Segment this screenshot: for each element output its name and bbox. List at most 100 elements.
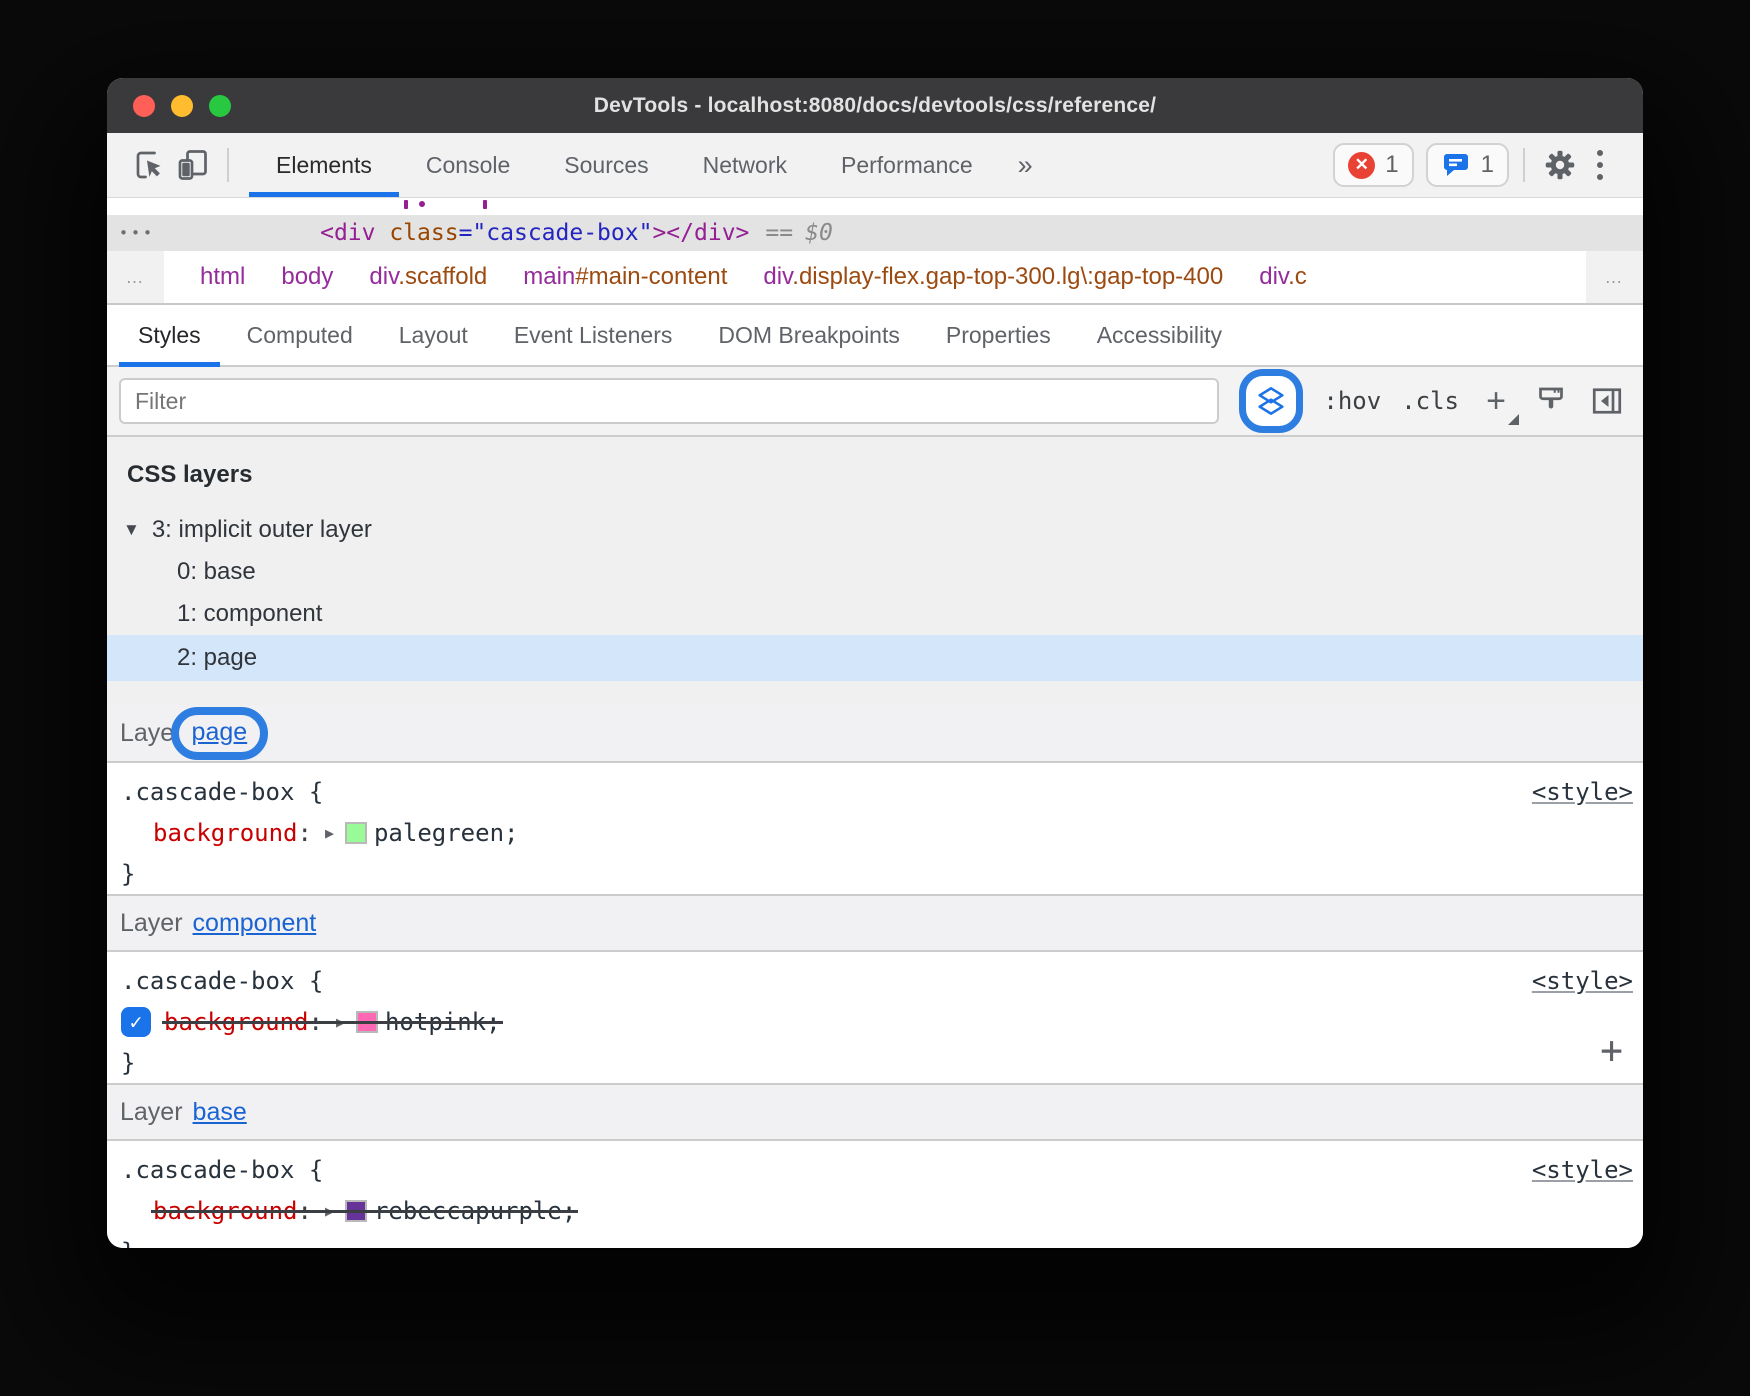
color-swatch-palegreen[interactable]	[345, 822, 367, 844]
styles-filter-bar: :hov .cls +	[107, 367, 1643, 437]
rule-close-brace: }	[121, 1049, 135, 1077]
dom-tag-close: ></div>	[652, 220, 749, 246]
clipped-dom-row	[107, 198, 1643, 215]
color-swatch-hotpink[interactable]	[356, 1011, 378, 1033]
style-source-link[interactable]: <style>	[1532, 967, 1633, 995]
layer-link-page[interactable]: page	[192, 718, 248, 747]
clipped-glyph	[483, 200, 487, 209]
breadcrumb-item-body[interactable]: body	[281, 263, 333, 291]
expand-value-icon[interactable]: ▶	[325, 824, 334, 842]
rule-selector: .cascade-box {	[121, 778, 323, 806]
breadcrumb-item-scaffold[interactable]: div.scaffold	[369, 263, 487, 291]
breadcrumb-overflow-left[interactable]: …	[107, 251, 164, 303]
element-classes-button[interactable]: .cls	[1401, 387, 1459, 415]
layer-link-component[interactable]: component	[193, 909, 317, 938]
tab-computed[interactable]: Computed	[224, 305, 376, 365]
titlebar: DevTools - localhost:8080/docs/devtools/…	[107, 78, 1643, 133]
layer-label: Layer	[120, 909, 183, 938]
new-style-rule-button[interactable]: +	[1479, 382, 1513, 421]
main-toolbar: Elements Console Sources Network Perform…	[107, 133, 1643, 198]
window-title: DevTools - localhost:8080/docs/devtools/…	[594, 94, 1156, 118]
tab-layout[interactable]: Layout	[376, 305, 491, 365]
css-declaration[interactable]: background: ▶ palegreen;	[153, 819, 518, 847]
property-value: rebeccapurple;	[374, 1197, 576, 1225]
settings-gear-icon[interactable]	[1539, 144, 1581, 186]
dom-attr-value: ="cascade-box"	[459, 220, 653, 246]
css-declaration-overridden[interactable]: background: ▶ rebeccapurple;	[153, 1197, 576, 1225]
property-name: background	[164, 1008, 309, 1036]
breadcrumb-item-truncated[interactable]: div.c	[1259, 263, 1307, 291]
style-source-link[interactable]: <style>	[1532, 778, 1633, 806]
color-swatch-rebeccapurple[interactable]	[345, 1200, 367, 1222]
toolbar-separator	[227, 148, 229, 182]
property-name: background	[153, 819, 298, 847]
dom-node-source: <div class="cascade-box"></div>==$0	[320, 220, 833, 246]
tab-console[interactable]: Console	[399, 133, 537, 197]
selected-dom-node-row[interactable]: ••• <div class="cascade-box"></div>==$0	[107, 215, 1643, 251]
error-count: 1	[1385, 151, 1398, 179]
close-window-button[interactable]	[133, 95, 155, 117]
property-value: palegreen;	[374, 819, 519, 847]
tab-network[interactable]: Network	[676, 133, 814, 197]
dom-tag-open: <div	[320, 220, 375, 246]
clipped-glyph	[404, 200, 408, 209]
rule-block-page: .cascade-box { <style> background: ▶ pal…	[107, 763, 1643, 894]
tab-sources[interactable]: Sources	[537, 133, 675, 197]
clipped-glyph	[419, 201, 425, 207]
layer-tree-item-page[interactable]: 2: page	[107, 635, 1643, 681]
property-enabled-checkbox[interactable]: ✓	[121, 1007, 151, 1037]
breadcrumb-item-display-flex[interactable]: div.display-flex.gap-top-300.lg\:gap-top…	[763, 263, 1223, 291]
message-icon	[1441, 151, 1471, 179]
layer-tree-item-base[interactable]: 0: base	[107, 551, 1643, 593]
layer-tree-item-component[interactable]: 1: component	[107, 593, 1643, 635]
rule-block-base: .cascade-box { <style> background: ▶ reb…	[107, 1141, 1643, 1248]
styles-sidebar-tabs: Styles Computed Layout Event Listeners D…	[107, 305, 1643, 367]
rule-block-component: .cascade-box { <style> ✓ background: ▶ h…	[107, 952, 1643, 1083]
property-name: background	[153, 1197, 298, 1225]
expand-value-icon[interactable]: ▶	[336, 1013, 345, 1031]
css-layers-toggle-annotation	[1239, 369, 1303, 433]
tab-event-listeners[interactable]: Event Listeners	[491, 305, 696, 365]
tab-dom-breakpoints[interactable]: DOM Breakpoints	[695, 305, 923, 365]
layer-link-annotation: page	[171, 707, 269, 760]
zoom-window-button[interactable]	[209, 95, 231, 117]
breadcrumb-item-main-content[interactable]: main#main-content	[523, 263, 727, 291]
sidebar-toggle-icon[interactable]	[1589, 383, 1625, 419]
tab-elements[interactable]: Elements	[249, 133, 399, 197]
add-declaration-button[interactable]: +	[1600, 1031, 1623, 1069]
error-icon: ✕	[1348, 152, 1375, 179]
tab-styles[interactable]: Styles	[115, 305, 224, 365]
dom-gutter-ellipsis[interactable]: •••	[119, 224, 155, 242]
style-source-link[interactable]: <style>	[1532, 1156, 1633, 1184]
breadcrumb: … html body div.scaffold main#main-conte…	[107, 251, 1643, 305]
more-tabs-icon[interactable]: »	[1004, 150, 1047, 181]
toggle-element-state-button[interactable]: :hov	[1323, 387, 1381, 415]
dom-attr-name: class	[375, 220, 458, 246]
issues-badge[interactable]: 1	[1426, 143, 1509, 187]
panel-tabs: Elements Console Sources Network Perform…	[249, 133, 1000, 197]
breadcrumb-overflow-right[interactable]: …	[1586, 251, 1643, 303]
css-layers-toggle-icon[interactable]	[1255, 385, 1287, 417]
tab-properties[interactable]: Properties	[923, 305, 1074, 365]
css-layers-title: CSS layers	[127, 461, 1643, 489]
traffic-lights	[133, 78, 231, 133]
layer-tree-root-label: 3: implicit outer layer	[152, 516, 372, 544]
layer-header-page: Layer page	[107, 705, 1643, 763]
device-toolbar-icon[interactable]	[171, 144, 213, 186]
rule-selector: .cascade-box {	[121, 967, 323, 995]
tab-accessibility[interactable]: Accessibility	[1074, 305, 1245, 365]
rendering-brush-icon[interactable]	[1533, 383, 1569, 419]
css-declaration-overridden[interactable]: background: ▶ hotpink;	[164, 1008, 501, 1036]
inspect-element-icon[interactable]	[129, 144, 171, 186]
error-badge[interactable]: ✕ 1	[1333, 143, 1413, 187]
tree-collapse-icon[interactable]: ▼	[123, 520, 140, 540]
minimize-window-button[interactable]	[171, 95, 193, 117]
layer-tree-root[interactable]: ▼ 3: implicit outer layer	[107, 509, 1643, 551]
tab-performance[interactable]: Performance	[814, 133, 1000, 197]
dom-console-reference: $0	[805, 220, 833, 246]
layer-link-base[interactable]: base	[193, 1098, 247, 1127]
breadcrumb-item-html[interactable]: html	[200, 263, 245, 291]
filter-input[interactable]	[119, 378, 1219, 424]
kebab-menu-icon[interactable]	[1587, 150, 1613, 180]
expand-value-icon[interactable]: ▶	[325, 1202, 334, 1220]
